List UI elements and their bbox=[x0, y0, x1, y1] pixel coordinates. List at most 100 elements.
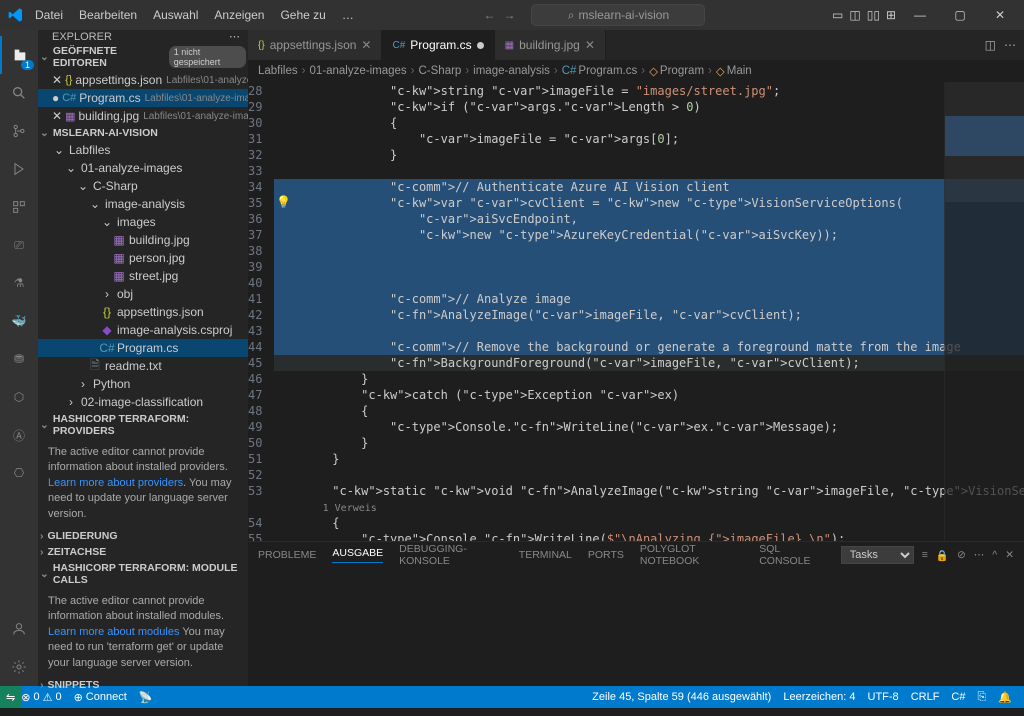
activity-account-icon[interactable] bbox=[0, 610, 38, 648]
panel-filter-icon[interactable]: ≡ bbox=[922, 549, 928, 561]
menu-anzeigen[interactable]: Anzeigen bbox=[207, 4, 271, 26]
panel-more-icon[interactable]: ⋯ bbox=[974, 549, 985, 561]
breadcrumb[interactable]: Labfiles›01-analyze-images›C-Sharp›image… bbox=[248, 60, 1024, 82]
activity-search-icon[interactable] bbox=[0, 74, 38, 112]
panel-tab[interactable]: TERMINAL bbox=[519, 549, 572, 561]
file-item[interactable]: ◆image-analysis.csproj bbox=[38, 321, 248, 339]
layout-toggle-icon[interactable]: ▭ bbox=[832, 8, 843, 22]
activity-settings-icon[interactable] bbox=[0, 648, 38, 686]
folder-item[interactable]: ⌄images bbox=[38, 213, 248, 231]
status-feedback-icon[interactable]: ⎘ bbox=[971, 691, 992, 704]
window-close[interactable]: ✕ bbox=[980, 0, 1020, 30]
status-lang[interactable]: C# bbox=[945, 691, 971, 703]
file-item[interactable]: ▦person.jpg bbox=[38, 249, 248, 267]
activity-more-icon[interactable]: ⎔ bbox=[0, 454, 38, 492]
breadcrumb-item[interactable]: image-analysis bbox=[473, 65, 550, 77]
status-broadcast[interactable]: 📡 bbox=[133, 691, 159, 704]
folder-item[interactable]: ›Python bbox=[38, 375, 248, 393]
status-bell-icon[interactable]: 🔔 bbox=[992, 691, 1018, 704]
folder-item[interactable]: ⌄Labfiles bbox=[38, 141, 248, 159]
menu-bearbeiten[interactable]: Bearbeiten bbox=[72, 4, 144, 26]
folder-item[interactable]: ⌄C-Sharp bbox=[38, 177, 248, 195]
menu-gehe zu[interactable]: Gehe zu bbox=[273, 4, 332, 26]
file-item[interactable]: ▦street.jpg bbox=[38, 267, 248, 285]
menu-…[interactable]: … bbox=[335, 4, 361, 26]
breadcrumb-item[interactable]: Program bbox=[660, 65, 704, 77]
file-item[interactable]: {}appsettings.json bbox=[38, 303, 248, 321]
open-editor-item[interactable]: ●C#Program.csLabfiles\01-analyze-images\… bbox=[38, 89, 248, 107]
lightbulb-icon[interactable]: 💡 bbox=[276, 195, 291, 209]
breadcrumb-item[interactable]: Labfiles bbox=[258, 65, 298, 77]
status-cursor[interactable]: Zeile 45, Spalte 59 (446 ausgewählt) bbox=[586, 691, 777, 703]
providers-link[interactable]: Learn more about providers bbox=[48, 477, 183, 489]
panel-tab[interactable]: DEBUGGING-KONSOLE bbox=[399, 543, 503, 567]
vscode-logo bbox=[4, 7, 28, 23]
panel-tab[interactable]: AUSGABE bbox=[332, 547, 383, 563]
search-text: mslearn-ai-vision bbox=[578, 8, 669, 22]
terraform-modules-header[interactable]: HASHICORP TERRAFORM: MODULE CALLS bbox=[38, 560, 248, 588]
timeline-header[interactable]: ZEITACHSE bbox=[38, 544, 248, 560]
modules-link[interactable]: Learn more about modules bbox=[48, 626, 179, 638]
folder-item[interactable]: ›obj bbox=[38, 285, 248, 303]
status-eol[interactable]: CRLF bbox=[905, 691, 946, 703]
activity-extensions-icon[interactable] bbox=[0, 188, 38, 226]
folder-item[interactable]: ⌄image-analysis bbox=[38, 195, 248, 213]
activity-database-icon[interactable]: ⛃ bbox=[0, 340, 38, 378]
unsaved-badge: 1 nicht gespeichert bbox=[169, 46, 246, 68]
open-editors-header[interactable]: GEÖFFNETE EDITOREN 1 nicht gespeichert bbox=[38, 43, 248, 71]
panel-select[interactable]: Tasks bbox=[841, 546, 914, 564]
breadcrumb-item[interactable]: 01-analyze-images bbox=[309, 65, 406, 77]
activity-azure-icon[interactable]: Ⓐ bbox=[0, 416, 38, 454]
split-editor-icon[interactable]: ◫ bbox=[985, 38, 996, 52]
activity-hex-icon[interactable]: ⬡ bbox=[0, 378, 38, 416]
panel-tab[interactable]: PROBLEME bbox=[258, 549, 316, 561]
panel-lock-icon[interactable]: 🔒 bbox=[936, 549, 949, 562]
status-indent[interactable]: Leerzeichen: 4 bbox=[777, 691, 861, 703]
window-maximize[interactable]: ▢ bbox=[940, 0, 980, 30]
explorer-title: EXPLORER bbox=[52, 31, 112, 43]
activity-run-icon[interactable] bbox=[0, 150, 38, 188]
menu-datei[interactable]: Datei bbox=[28, 4, 70, 26]
file-item[interactable]: C#Program.cs bbox=[38, 339, 248, 357]
file-item[interactable]: ▦building.jpg bbox=[38, 231, 248, 249]
nav-back-icon[interactable]: ← bbox=[483, 8, 495, 22]
panel-toggle-icon[interactable]: ◫ bbox=[849, 8, 860, 22]
breadcrumb-item[interactable]: Program.cs bbox=[578, 65, 637, 77]
panel-tab[interactable]: POLYGLOT NOTEBOOK bbox=[640, 543, 743, 567]
status-connect[interactable]: ⊕ Connect bbox=[68, 691, 133, 704]
sidebar-right-icon[interactable]: ▯▯ bbox=[867, 8, 880, 22]
activity-remote-icon[interactable]: ⎚ bbox=[0, 226, 38, 264]
open-editor-item[interactable]: ✕{}appsettings.jsonLabfiles\01-analyze-i… bbox=[38, 71, 248, 89]
panel-close-icon[interactable]: ✕ bbox=[1005, 549, 1014, 561]
explorer-more-icon[interactable]: ⋯ bbox=[229, 30, 240, 43]
status-encoding[interactable]: UTF-8 bbox=[862, 691, 905, 703]
status-problems[interactable]: ⊗ 0 ⚠ 0 bbox=[15, 691, 67, 704]
outline-header[interactable]: GLIEDERUNG bbox=[38, 528, 248, 544]
command-center[interactable]: ⌕ mslearn-ai-vision bbox=[531, 4, 705, 26]
activity-test-icon[interactable]: ⚗ bbox=[0, 264, 38, 302]
folder-item[interactable]: ›02-image-classification bbox=[38, 393, 248, 411]
panel-tab[interactable]: PORTS bbox=[588, 549, 624, 561]
panel-tab[interactable]: SQL CONSOLE bbox=[759, 543, 825, 567]
breadcrumb-item[interactable]: Main bbox=[727, 65, 752, 77]
panel-maximize-icon[interactable]: ^ bbox=[992, 549, 997, 561]
activity-docker-icon[interactable]: 🐳 bbox=[0, 302, 38, 340]
workspace-header[interactable]: MSLEARN-AI-VISION bbox=[38, 125, 248, 141]
panel-clear-icon[interactable]: ⊘ bbox=[957, 549, 966, 561]
terraform-providers-header[interactable]: HASHICORP TERRAFORM: PROVIDERS bbox=[38, 411, 248, 439]
open-editor-item[interactable]: ✕▦building.jpgLabfiles\01-analyze-images… bbox=[38, 107, 248, 125]
layout-icon[interactable]: ⊞ bbox=[886, 8, 896, 22]
menu-auswahl[interactable]: Auswahl bbox=[146, 4, 205, 26]
minimap[interactable] bbox=[944, 82, 1024, 541]
nav-forward-icon[interactable]: → bbox=[503, 8, 515, 22]
breadcrumb-item[interactable]: C-Sharp bbox=[419, 65, 462, 77]
window-minimize[interactable]: — bbox=[900, 0, 940, 30]
editor-tab[interactable]: C#Program.cs bbox=[382, 30, 494, 60]
folder-item[interactable]: ⌄01-analyze-images bbox=[38, 159, 248, 177]
editor-tab[interactable]: ▦building.jpg✕ bbox=[495, 30, 606, 60]
file-item[interactable]: 🗎readme.txt bbox=[38, 357, 248, 375]
activity-explorer-icon[interactable]: 1 bbox=[0, 36, 38, 74]
editor-tab[interactable]: {}appsettings.json✕ bbox=[248, 30, 382, 60]
activity-scm-icon[interactable] bbox=[0, 112, 38, 150]
editor-more-icon[interactable]: ⋯ bbox=[1004, 38, 1016, 52]
